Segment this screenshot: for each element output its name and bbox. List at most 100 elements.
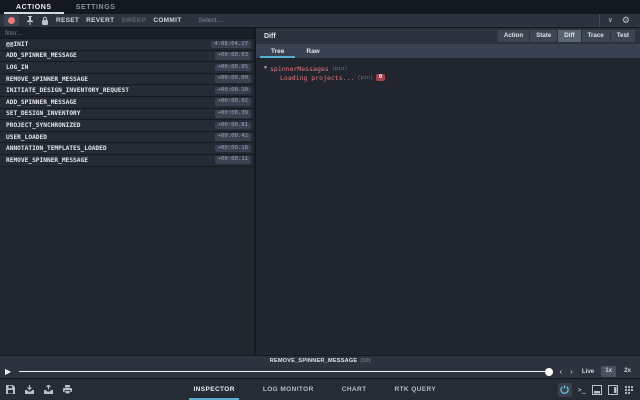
action-timestamp: +00:00.42	[214, 133, 251, 141]
action-timestamp: +00:00.39	[214, 110, 251, 118]
mode-button-trace[interactable]: Trace	[581, 30, 610, 42]
action-name: ADD_SPINNER_MESSAGE	[6, 52, 77, 60]
subtab-raw[interactable]: Raw	[295, 44, 330, 58]
step-back-icon[interactable]: ‹	[557, 367, 564, 376]
diff-index-badge: 0	[376, 73, 385, 82]
action-row[interactable]: @@INIT 4:08:04.27	[0, 39, 254, 51]
slider-knob[interactable]	[545, 367, 554, 376]
slider-current-action: REMOVE_SPINNER_MESSAGE	[269, 357, 358, 364]
action-timestamp: 4:08:04.27	[211, 40, 251, 49]
action-name: PROJECT_SYNCHRONIZED	[6, 121, 81, 129]
action-timestamp: +00:00.00	[214, 75, 251, 83]
dock-right-icon[interactable]	[608, 384, 618, 395]
mode-button-state[interactable]: State	[530, 30, 558, 42]
action-row[interactable]: ADD_SPINNER_MESSAGE +00:00.02	[0, 96, 254, 109]
slider-row: ▶ ‹ › Live 1x 2x	[0, 365, 640, 378]
action-name: REMOVE_SPINNER_MESSAGE	[6, 156, 88, 164]
slider-current-index: (10)	[360, 357, 371, 364]
action-timestamp: +00:00.10	[214, 86, 251, 95]
step-forward-icon[interactable]: ›	[568, 367, 575, 376]
action-timestamp: +00:00.03	[214, 52, 251, 60]
reset-button[interactable]: RESET	[56, 17, 79, 24]
action-list-panel: @@INIT 4:08:04.27 ADD_SPINNER_MESSAGE +0…	[0, 28, 256, 355]
action-timestamp: +00:00.81	[214, 121, 251, 130]
action-row[interactable]: LOG_IN +00:00.05	[0, 62, 254, 74]
chevron-down-icon[interactable]: ∨	[608, 17, 613, 24]
subtab-tree[interactable]: Tree	[260, 44, 295, 58]
action-name: SET_DESIGN_INVENTORY	[6, 110, 81, 118]
live-button[interactable]: Live	[582, 368, 594, 375]
export-icon[interactable]	[44, 385, 53, 394]
power-toggle-button[interactable]	[557, 382, 572, 397]
lock-icon[interactable]	[41, 16, 49, 25]
speed-2x-button[interactable]: 2x	[620, 366, 635, 377]
actions-toolbar: RESET REVERT SWEEP COMMIT Select... ∨ ⚙	[0, 14, 640, 28]
tab-actions[interactable]: ACTIONS	[4, 0, 64, 14]
record-button[interactable]	[4, 15, 19, 26]
power-icon	[560, 385, 569, 394]
gear-icon[interactable]: ⚙	[622, 16, 630, 25]
record-icon	[8, 17, 15, 24]
filter-input[interactable]	[5, 29, 249, 37]
save-icon[interactable]	[6, 385, 15, 394]
monitor-tabbar: ACTIONS SETTINGS	[0, 0, 640, 14]
pin-link[interactable]: (pin)	[357, 75, 373, 81]
tab-rtk-query[interactable]: RTK QUERY	[390, 379, 440, 400]
action-row[interactable]: INITIATE_DESIGN_INVENTORY_REQUEST +00:00…	[0, 85, 254, 97]
diff-tree: ▼ spinnerMessages (pin) Loading projects…	[256, 58, 640, 355]
print-icon[interactable]	[63, 385, 72, 394]
tab-settings[interactable]: SETTINGS	[64, 0, 128, 14]
action-timestamp: +00:00.18	[214, 144, 251, 153]
tree-node-child[interactable]: Loading projects... (pin) 0	[264, 73, 640, 82]
bottom-bar: INSPECTOR LOG MONITOR CHART RTK QUERY >_	[0, 378, 640, 400]
tab-inspector[interactable]: INSPECTOR	[189, 379, 238, 400]
pin-icon[interactable]	[26, 16, 34, 25]
tree-node-root[interactable]: ▼ spinnerMessages (pin)	[264, 64, 640, 73]
main-split: @@INIT 4:08:04.27 ADD_SPINNER_MESSAGE +0…	[0, 28, 640, 355]
action-timestamp: +00:00.05	[214, 63, 251, 72]
view-subtabs: Tree Raw	[256, 44, 640, 58]
slider-monitor: REMOVE_SPINNER_MESSAGE (10) ▶ ‹ › Live 1…	[0, 355, 640, 378]
tab-log-monitor[interactable]: LOG MONITOR	[259, 379, 318, 400]
action-name: INITIATE_DESIGN_INVENTORY_REQUEST	[6, 87, 129, 95]
dock-bottom-icon[interactable]	[592, 384, 602, 395]
action-list: @@INIT 4:08:04.27 ADD_SPINNER_MESSAGE +0…	[0, 39, 254, 167]
timeline-slider[interactable]	[19, 367, 554, 377]
mode-button-action[interactable]: Action	[497, 30, 530, 42]
monitor-selector-tabs: INSPECTOR LOG MONITOR CHART RTK QUERY	[72, 379, 558, 400]
inspector-detail-panel: Diff Action State Diff Trace Test Tree R…	[256, 28, 640, 355]
apps-grid-icon[interactable]	[624, 385, 634, 395]
mode-button-diff[interactable]: Diff	[558, 30, 581, 42]
action-row[interactable]: SET_DESIGN_INVENTORY +00:00.39	[0, 108, 254, 121]
action-row[interactable]: PROJECT_SYNCHRONIZED +00:00.81	[0, 120, 254, 132]
mode-button-test[interactable]: Test	[610, 30, 635, 42]
action-row[interactable]: ADD_SPINNER_MESSAGE +00:00.03	[0, 50, 254, 63]
tree-key[interactable]: spinnerMessages	[270, 65, 329, 73]
tab-chart[interactable]: CHART	[338, 379, 371, 400]
speed-1x-button[interactable]: 1x	[601, 365, 617, 378]
commit-button[interactable]: COMMIT	[153, 17, 181, 24]
filter-row	[0, 28, 254, 39]
import-icon[interactable]	[25, 385, 34, 394]
expand-arrow-icon[interactable]: ▼	[264, 66, 267, 71]
bottom-right-icons: >_	[557, 382, 634, 397]
action-name: LOG_IN	[6, 63, 29, 71]
pin-link[interactable]: (pin)	[332, 66, 348, 72]
instance-select[interactable]: Select...	[188, 17, 591, 24]
revert-button[interactable]: REVERT	[86, 17, 114, 24]
sweep-button[interactable]: SWEEP	[121, 17, 146, 24]
action-timestamp: +00:00.11	[214, 156, 251, 165]
action-name: ADD_SPINNER_MESSAGE	[6, 98, 77, 106]
terminal-icon[interactable]: >_	[578, 386, 586, 394]
action-timestamp: +00:00.02	[214, 98, 251, 107]
detail-title: Diff	[264, 32, 276, 40]
play-icon[interactable]: ▶	[5, 367, 15, 376]
action-row[interactable]: REMOVE_SPINNER_MESSAGE +00:00.00	[0, 73, 254, 86]
action-row[interactable]: REMOVE_SPINNER_MESSAGE +00:00.11	[0, 154, 254, 167]
redux-devtools-window: ACTIONS SETTINGS RESET REVERT SWEEP COMM…	[0, 0, 640, 400]
toolbar-right-group: ∨ ⚙	[598, 14, 636, 27]
slider-track	[19, 370, 550, 373]
action-row[interactable]: USER_LOADED +00:00.42	[0, 131, 254, 144]
action-name: @@INIT	[6, 40, 29, 48]
action-row[interactable]: ANNOTATION_TEMPLATES_LOADED +00:00.18	[0, 143, 254, 155]
